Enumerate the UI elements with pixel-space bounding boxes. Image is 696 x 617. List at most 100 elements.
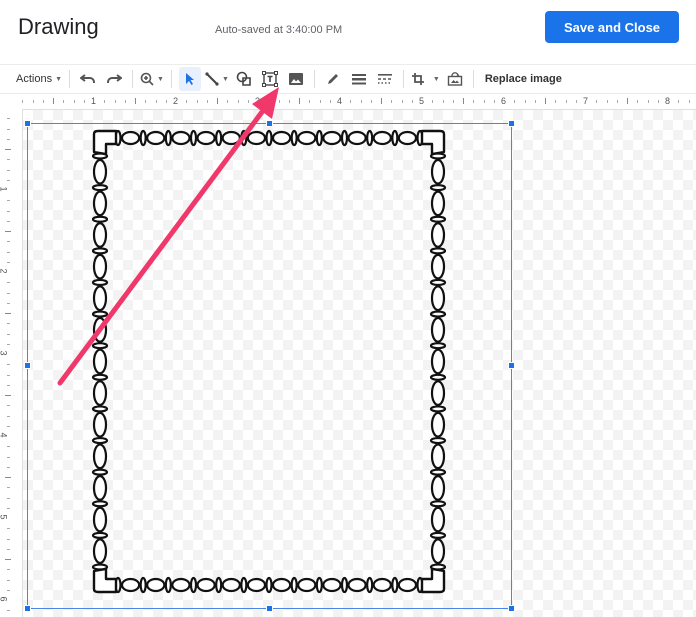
ruler-tick bbox=[7, 200, 10, 202]
ruler-tick bbox=[565, 100, 567, 103]
ruler-tick bbox=[7, 589, 10, 591]
ruler-tick bbox=[42, 100, 44, 103]
resize-handle-bottom-left[interactable] bbox=[24, 605, 31, 612]
ruler-tick bbox=[7, 548, 10, 550]
ruler-tick bbox=[227, 100, 229, 103]
resize-handle-top[interactable] bbox=[266, 120, 273, 127]
horizontal-ruler: 1 2 3 4 5 6 7 8 bbox=[22, 94, 696, 110]
ruler-label: 6 bbox=[501, 96, 507, 106]
ruler-tick bbox=[7, 528, 10, 530]
ruler-tick bbox=[7, 466, 10, 468]
crop-button[interactable]: ▼ bbox=[411, 67, 440, 91]
ruler-tick bbox=[7, 610, 10, 612]
zoom-in-icon bbox=[140, 72, 154, 86]
redo-button[interactable] bbox=[103, 67, 125, 91]
dialog-title: Drawing bbox=[18, 14, 99, 39]
cursor-arrow-icon bbox=[185, 73, 194, 85]
shape-icon bbox=[236, 71, 251, 86]
ruler-tick bbox=[135, 98, 136, 104]
caret-down-icon: ▼ bbox=[157, 75, 164, 83]
ruler-tick bbox=[73, 100, 75, 103]
ruler-label: 5 bbox=[419, 96, 425, 106]
resize-handle-top-right[interactable] bbox=[508, 120, 515, 127]
ruler-tick bbox=[186, 100, 188, 103]
ruler-tick bbox=[7, 302, 10, 304]
ruler-tick bbox=[7, 415, 10, 417]
ruler-tick bbox=[7, 261, 10, 263]
line-tool-button[interactable]: ▼ bbox=[205, 67, 229, 91]
ruler-tick bbox=[7, 364, 10, 366]
ruler-tick bbox=[114, 100, 116, 103]
ruler-tick bbox=[5, 559, 11, 560]
autosave-status: Auto-saved at 3:40:00 PM bbox=[215, 24, 343, 36]
ruler-tick bbox=[7, 251, 10, 253]
ruler-tick bbox=[575, 100, 577, 103]
line-color-button[interactable] bbox=[322, 67, 344, 91]
ruler-tick bbox=[5, 477, 11, 478]
ruler-tick bbox=[442, 100, 444, 103]
toolbar-divider bbox=[472, 70, 474, 88]
ruler-tick bbox=[7, 487, 10, 489]
save-and-close-button[interactable]: Save and Close bbox=[545, 11, 679, 43]
resize-handle-bottom[interactable] bbox=[266, 605, 273, 612]
resize-handle-top-left[interactable] bbox=[24, 120, 31, 127]
select-tool-button[interactable] bbox=[178, 67, 201, 91]
ruler-tick bbox=[217, 98, 218, 104]
ruler-tick bbox=[7, 128, 10, 130]
ruler-tick bbox=[165, 100, 167, 103]
resize-handle-bottom-right[interactable] bbox=[508, 605, 515, 612]
ruler-tick bbox=[432, 100, 434, 103]
zoom-button[interactable]: ▼ bbox=[140, 67, 164, 91]
ruler-tick bbox=[7, 241, 10, 243]
line-dash-button[interactable] bbox=[374, 67, 396, 91]
undo-button[interactable] bbox=[77, 67, 99, 91]
actions-menu-button[interactable]: Actions ▼ bbox=[16, 67, 62, 91]
resize-handle-right[interactable] bbox=[508, 362, 515, 369]
ruler-tick bbox=[7, 333, 10, 335]
toolbar-divider bbox=[402, 70, 404, 88]
ruler-tick bbox=[524, 100, 526, 103]
ruler-tick bbox=[7, 169, 10, 171]
image-button[interactable] bbox=[285, 67, 307, 91]
ruler-tick bbox=[124, 100, 126, 103]
ruler-tick bbox=[514, 100, 516, 103]
ruler-tick bbox=[83, 100, 85, 103]
ruler-tick bbox=[401, 100, 403, 103]
image-icon bbox=[288, 73, 303, 85]
ruler-tick bbox=[309, 100, 311, 103]
dialog-header: Drawing Auto-saved at 3:40:00 PM Save an… bbox=[0, 0, 696, 60]
ruler-tick bbox=[370, 100, 372, 103]
ruler-tick bbox=[534, 100, 536, 103]
ruler-tick bbox=[7, 579, 10, 581]
ruler-tick bbox=[7, 220, 10, 222]
ruler-tick bbox=[7, 374, 10, 376]
ruler-label: 2 bbox=[173, 96, 179, 106]
text-box-button[interactable] bbox=[259, 67, 281, 91]
replace-image-label: Replace image bbox=[484, 73, 562, 85]
replace-image-button[interactable]: Replace image bbox=[481, 67, 566, 91]
crop-icon bbox=[411, 73, 424, 85]
ruler-tick bbox=[63, 100, 65, 103]
ruler-tick bbox=[647, 100, 649, 103]
line-weight-button[interactable] bbox=[348, 67, 370, 91]
caret-down-icon: ▼ bbox=[55, 75, 63, 83]
ruler-label: 8 bbox=[665, 96, 671, 106]
ruler-tick bbox=[7, 179, 10, 181]
selection-box bbox=[27, 123, 512, 609]
ruler-label: 1 bbox=[91, 96, 97, 106]
ruler-tick bbox=[7, 497, 10, 499]
ruler-tick bbox=[206, 100, 208, 103]
resize-handle-left[interactable] bbox=[24, 362, 31, 369]
reset-image-button[interactable] bbox=[444, 67, 466, 91]
shape-tool-button[interactable] bbox=[233, 67, 255, 91]
ruler-tick bbox=[7, 507, 10, 509]
ruler-tick bbox=[7, 456, 10, 458]
ruler-tick bbox=[7, 323, 10, 325]
ruler-tick bbox=[7, 282, 10, 284]
ruler-label: 5 bbox=[0, 514, 9, 519]
ruler-tick bbox=[5, 395, 11, 396]
ruler-label: 3 bbox=[0, 350, 9, 355]
ruler-tick bbox=[7, 343, 10, 345]
toolbar-divider bbox=[69, 70, 71, 88]
ruler-tick bbox=[473, 100, 475, 103]
